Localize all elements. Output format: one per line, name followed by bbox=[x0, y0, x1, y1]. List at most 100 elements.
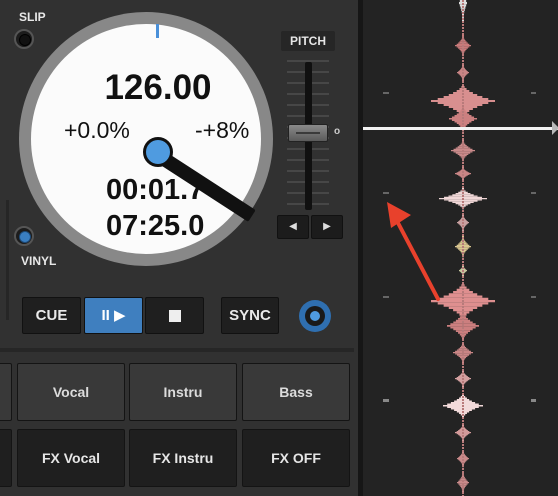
waveform-spine bbox=[462, 378, 464, 380]
waveform-spine bbox=[462, 435, 464, 437]
play-pause-button[interactable]: II ▶ bbox=[84, 297, 143, 334]
waveform-spine bbox=[462, 159, 464, 161]
pad-fx-vocal[interactable]: FX Vocal bbox=[17, 429, 125, 487]
waveform-spine bbox=[462, 465, 464, 467]
waveform-spine bbox=[462, 162, 464, 164]
waveform-spine bbox=[462, 171, 464, 173]
pad-partial[interactable] bbox=[0, 429, 12, 487]
waveform-spine bbox=[462, 108, 464, 110]
pad-fx-instru[interactable]: FX Instru bbox=[129, 429, 237, 487]
waveform-spine bbox=[462, 321, 464, 323]
target-icon[interactable] bbox=[299, 300, 331, 332]
waveform-spine bbox=[462, 189, 464, 191]
slip-label: SLIP bbox=[19, 10, 46, 24]
waveform-spine bbox=[462, 351, 464, 353]
pitch-zero-marker: o bbox=[334, 126, 341, 137]
waveform-spine bbox=[462, 312, 464, 314]
waveform-spine bbox=[462, 21, 464, 23]
waveform-spine bbox=[462, 102, 464, 104]
stop-button[interactable] bbox=[145, 297, 204, 334]
waveform-spine bbox=[462, 393, 464, 395]
slip-led-icon[interactable] bbox=[14, 29, 34, 49]
waveform-spine bbox=[462, 294, 464, 296]
waveform-spine bbox=[462, 459, 464, 461]
waveform-spine bbox=[462, 300, 464, 302]
waveform-spine bbox=[462, 279, 464, 281]
waveform-spine bbox=[462, 309, 464, 311]
waveform-spine bbox=[462, 387, 464, 389]
pad-instru[interactable]: Instru bbox=[129, 363, 237, 421]
waveform-spine bbox=[462, 384, 464, 386]
waveform-spine bbox=[462, 390, 464, 392]
waveform-spine bbox=[462, 363, 464, 365]
waveform-spine bbox=[462, 462, 464, 464]
waveform-spine bbox=[462, 168, 464, 170]
jog-wheel-display: 126.00 +0.0% -+8% 00:01.7 07:25.0 bbox=[31, 24, 261, 254]
waveform-spine bbox=[462, 93, 464, 95]
vinyl-label: VINYL bbox=[21, 254, 57, 268]
waveform-spine bbox=[462, 270, 464, 272]
waveform-spine bbox=[462, 210, 464, 212]
waveform-spine bbox=[462, 375, 464, 377]
waveform-spine bbox=[462, 414, 464, 416]
annotation-arrow-icon bbox=[387, 202, 440, 301]
waveform-spine bbox=[462, 27, 464, 29]
jog-position-marker bbox=[156, 24, 159, 38]
remaining-time: 07:25.0 bbox=[106, 210, 205, 242]
waveform-spine bbox=[462, 117, 464, 119]
waveform-spine bbox=[462, 432, 464, 434]
waveform-spine bbox=[462, 114, 464, 116]
waveform-spine bbox=[462, 402, 464, 404]
waveform-spine bbox=[462, 105, 464, 107]
waveform-spine bbox=[462, 468, 464, 470]
waveform-spine bbox=[462, 165, 464, 167]
waveform-spine bbox=[462, 24, 464, 26]
pad-fx-off[interactable]: FX OFF bbox=[242, 429, 350, 487]
waveform-spine bbox=[462, 486, 464, 488]
waveform-spine bbox=[462, 417, 464, 419]
pad-bass[interactable]: Bass bbox=[242, 363, 350, 421]
waveform-spine bbox=[462, 54, 464, 56]
waveform-spine bbox=[462, 291, 464, 293]
waveform-spine bbox=[462, 261, 464, 263]
waveform-spine bbox=[462, 33, 464, 35]
waveform-spine bbox=[462, 318, 464, 320]
vinyl-led-icon[interactable] bbox=[14, 226, 34, 246]
waveform-spine bbox=[462, 237, 464, 239]
cue-button[interactable]: CUE bbox=[22, 297, 81, 334]
jog-wheel[interactable]: 126.00 +0.0% -+8% 00:01.7 07:25.0 bbox=[19, 12, 273, 266]
waveform-spine bbox=[462, 111, 464, 113]
waveform-spine bbox=[462, 132, 464, 134]
waveform-spine bbox=[462, 9, 464, 11]
waveform-spine bbox=[462, 234, 464, 236]
waveform-spine bbox=[462, 0, 464, 2]
waveform-spine bbox=[462, 150, 464, 152]
waveform-spine bbox=[462, 198, 464, 200]
pitch-slider-handle[interactable] bbox=[288, 124, 328, 142]
waveform-spine bbox=[462, 207, 464, 209]
waveform-spine bbox=[462, 219, 464, 221]
pad-vocal[interactable]: Vocal bbox=[17, 363, 125, 421]
waveform-spine bbox=[462, 255, 464, 257]
waveform-spine bbox=[462, 330, 464, 332]
pitch-range-readout: -+8% bbox=[195, 117, 250, 143]
waveform-spine bbox=[462, 489, 464, 491]
waveform-spine bbox=[462, 45, 464, 47]
waveform-spine bbox=[462, 258, 464, 260]
waveform-spine bbox=[462, 354, 464, 356]
bpm-readout: 126.00 bbox=[104, 68, 212, 107]
waveform-spine bbox=[462, 63, 464, 65]
pitch-nudge-up-button[interactable]: ▶ bbox=[311, 215, 343, 239]
waveform-spine bbox=[462, 60, 464, 62]
pad-partial[interactable] bbox=[0, 363, 12, 421]
waveform-spine bbox=[462, 48, 464, 50]
waveform-spine bbox=[462, 336, 464, 338]
waveform-spine bbox=[462, 306, 464, 308]
waveform-spine bbox=[462, 186, 464, 188]
pitch-label: PITCH bbox=[281, 31, 335, 51]
sync-button[interactable]: SYNC bbox=[221, 297, 279, 334]
pitch-nudge-down-button[interactable]: ◀ bbox=[277, 215, 309, 239]
waveform-spine bbox=[462, 183, 464, 185]
waveform-spine bbox=[462, 3, 464, 5]
waveform-spine bbox=[462, 348, 464, 350]
